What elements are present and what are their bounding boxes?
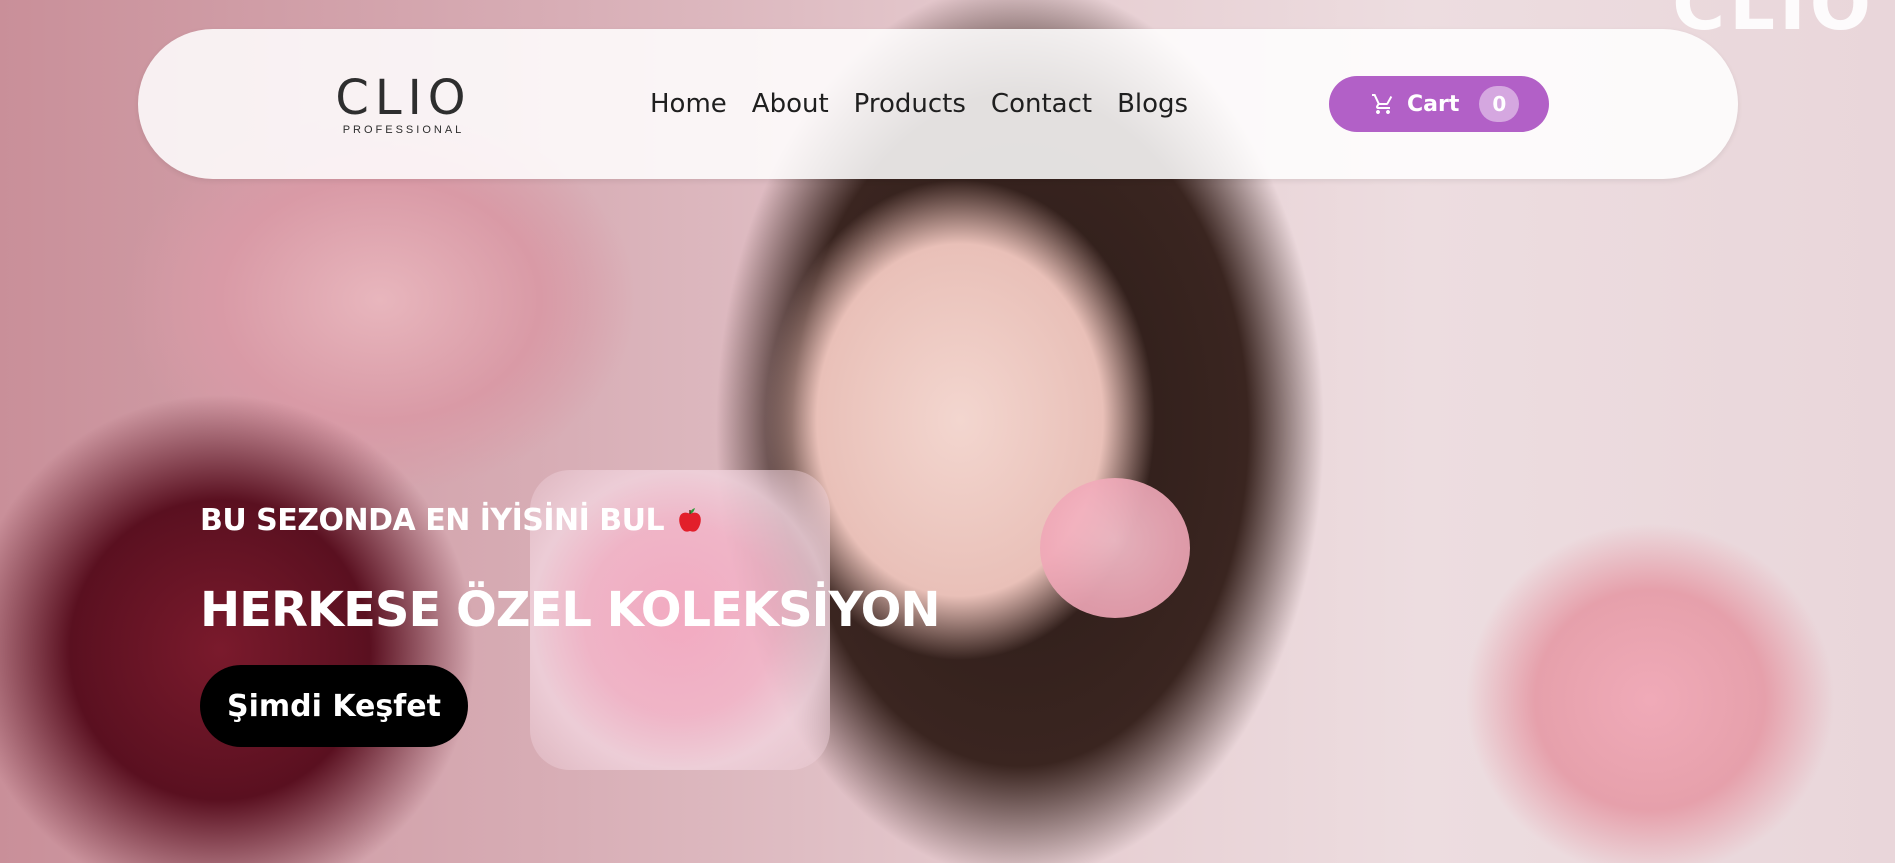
main-nav: Home About Products Contact Blogs [650, 89, 1188, 119]
logo-sub-text: PROFESSIONAL [342, 124, 465, 136]
hero-headline: HERKESE ÖZEL KOLEKSİYON [200, 582, 941, 638]
nav-link-contact[interactable]: Contact [991, 89, 1092, 119]
clio-logo[interactable]: CLIO PROFESSIONAL [326, 70, 481, 136]
nav-link-about[interactable]: About [752, 89, 829, 119]
hero-tagline-text: BU SEZONDA EN İYİSİNİ BUL [200, 503, 665, 538]
makeup-puff-image [1040, 478, 1190, 618]
nav-link-products[interactable]: Products [854, 89, 966, 119]
header-navbar: CLIO PROFESSIONAL Home About Products Co… [138, 29, 1738, 179]
logo-main-text: CLIO [335, 70, 472, 126]
cart-icon [1372, 94, 1393, 114]
apple-icon [679, 507, 701, 532]
cart-label: Cart [1407, 91, 1460, 117]
hero-tagline: BU SEZONDA EN İYİSİNİ BUL [200, 503, 706, 538]
brand-watermark: CLIO [1672, 0, 1875, 46]
nav-link-home[interactable]: Home [650, 89, 727, 119]
cart-button[interactable]: Cart 0 [1329, 76, 1549, 132]
nav-link-blogs[interactable]: Blogs [1117, 89, 1188, 119]
cart-count-badge: 0 [1479, 86, 1520, 122]
explore-now-button[interactable]: Şimdi Keşfet [200, 665, 468, 747]
